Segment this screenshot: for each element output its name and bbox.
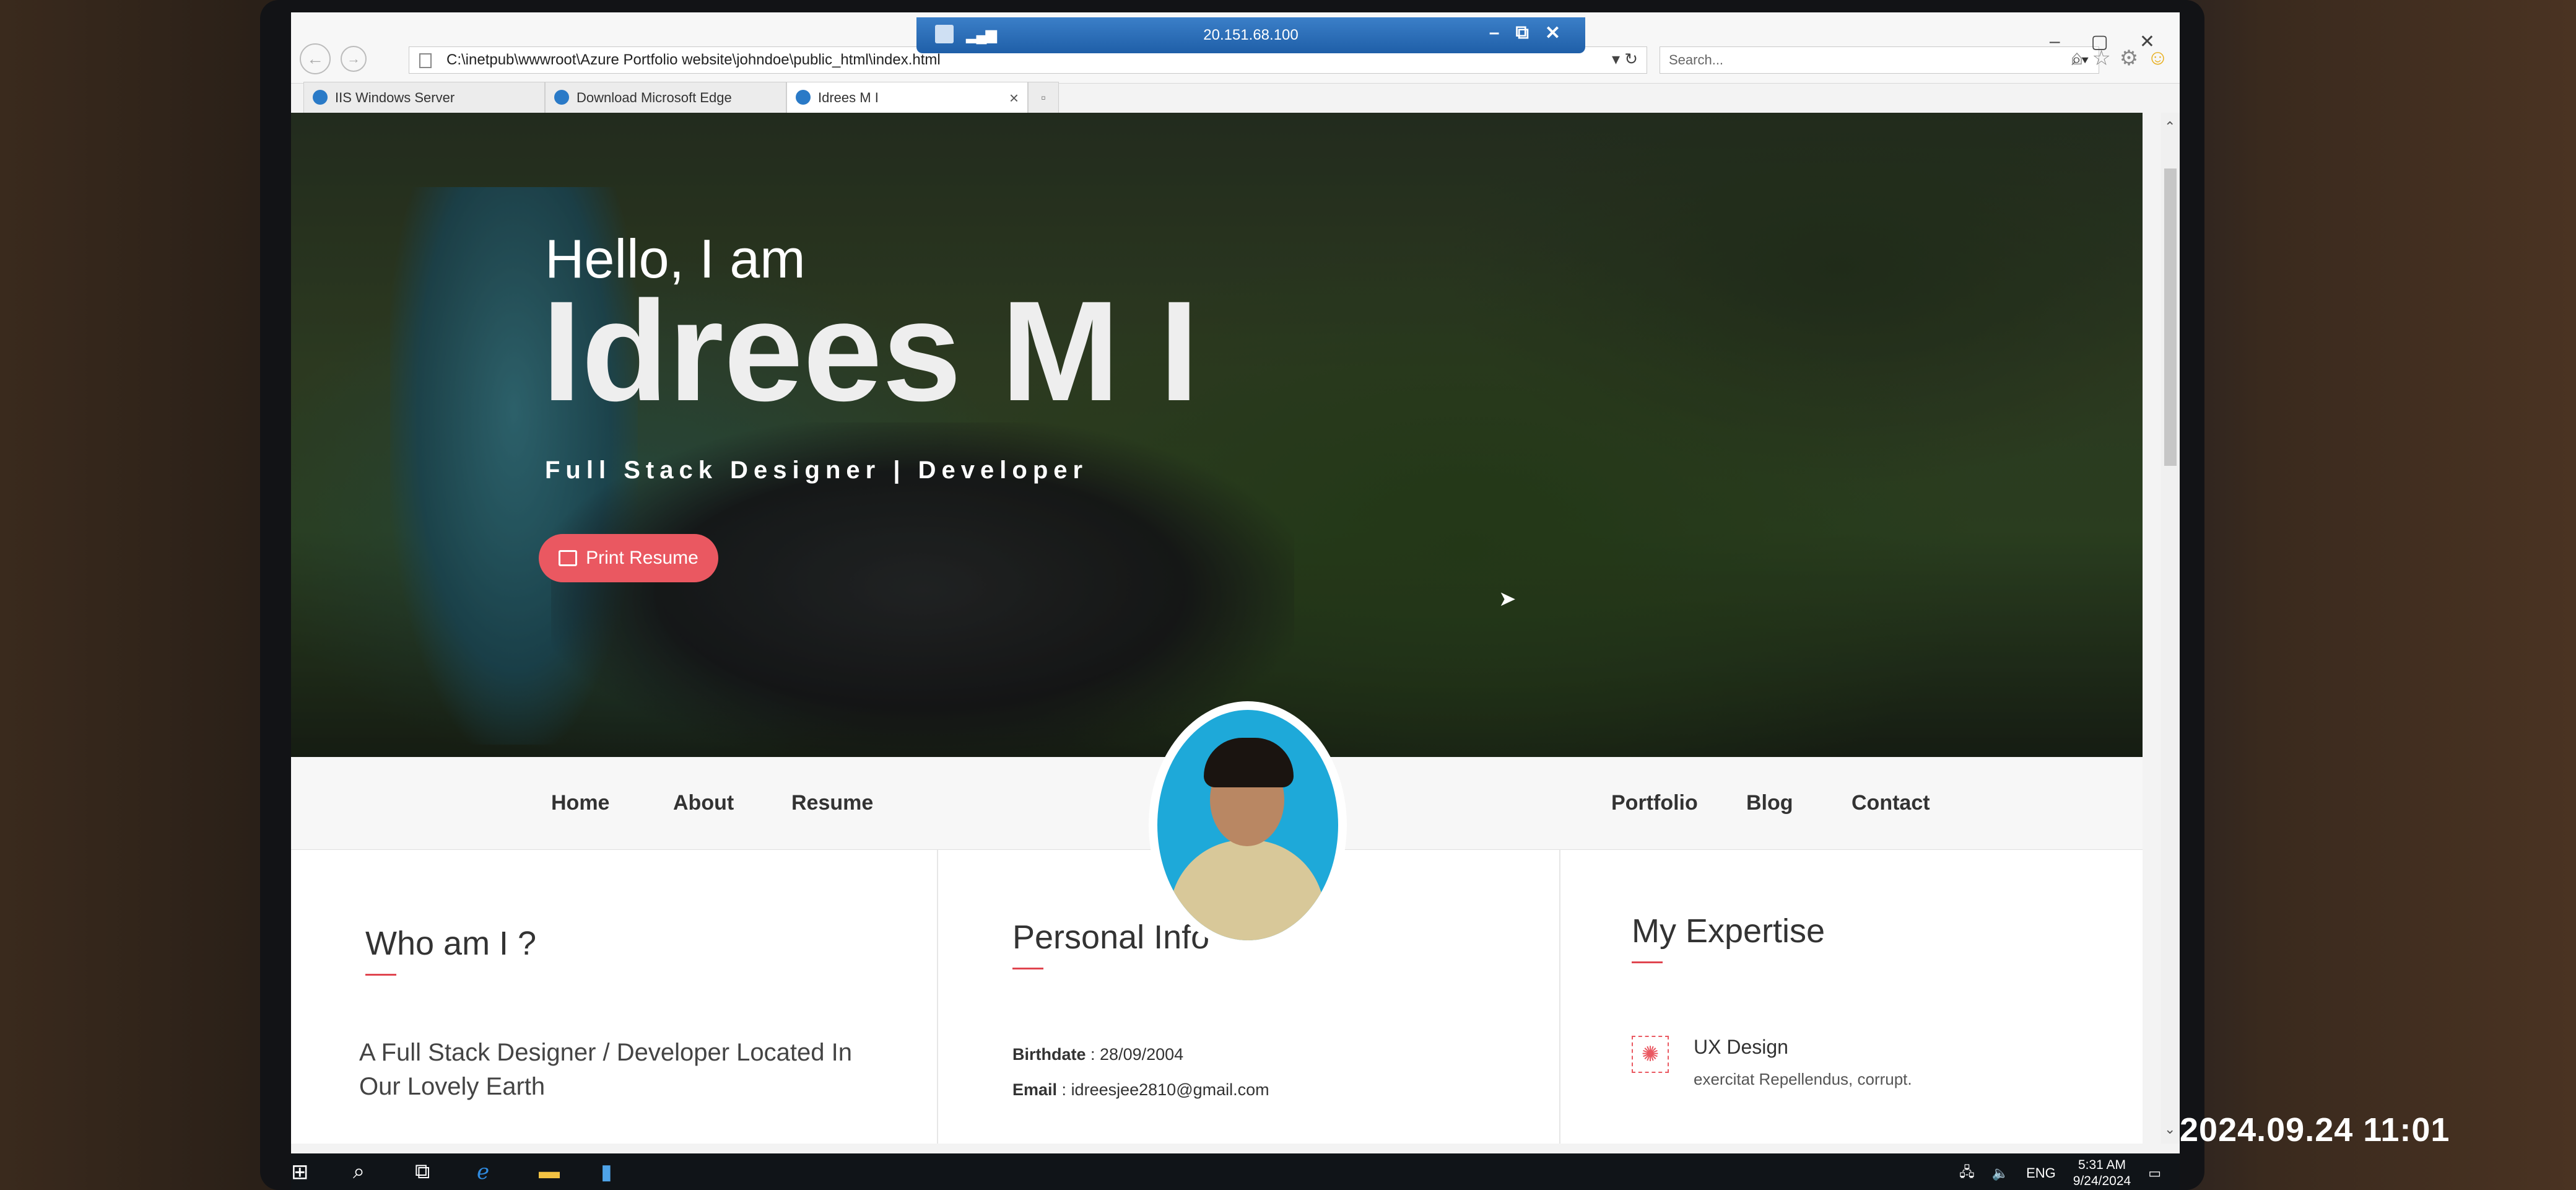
rdp-restore-icon[interactable]: ⧉ bbox=[1515, 22, 1528, 44]
task-view-icon[interactable]: ⧉ bbox=[415, 1160, 430, 1184]
network-icon[interactable]: 🖧 bbox=[1959, 1162, 1975, 1185]
search-placeholder: Search... bbox=[1669, 52, 1724, 68]
clock-time: 5:31 AM bbox=[2078, 1158, 2126, 1172]
toolbar-icons: ⌂ ☆ ⚙ ☺ bbox=[2071, 46, 2169, 71]
new-tab-button[interactable]: ▫ bbox=[1028, 82, 1059, 113]
printer-icon bbox=[559, 550, 578, 566]
birthdate-label: Birthdate bbox=[1012, 1045, 1086, 1064]
ie-taskbar-icon[interactable]: ℯ bbox=[477, 1160, 489, 1184]
print-resume-button[interactable]: Print Resume bbox=[539, 534, 718, 582]
system-tray: 🖧 🔈 ENG 5:31 AM 9/24/2024 ▭ bbox=[1959, 1157, 2161, 1189]
ux-design-icon: ✺ bbox=[1632, 1036, 1669, 1073]
expertise-column: My Expertise ✺ UX Design exercitat Repel… bbox=[1560, 850, 2143, 1144]
who-column: Who am I ? A Full Stack Designer / Devel… bbox=[291, 850, 938, 1144]
expertise-title: My Expertise bbox=[1632, 912, 1825, 950]
email-value[interactable]: idreesjee2810@gmail.com bbox=[1071, 1080, 1269, 1099]
server-manager-icon[interactable]: ▮ bbox=[601, 1160, 612, 1184]
forward-button[interactable]: → bbox=[341, 46, 367, 72]
hero-name: Idrees M I bbox=[542, 271, 1199, 431]
start-icon[interactable]: ⊞ bbox=[291, 1160, 309, 1184]
tab-iis[interactable]: IIS Windows Server bbox=[303, 82, 545, 113]
expertise-item-title: UX Design bbox=[1694, 1036, 1788, 1058]
nav-portfolio[interactable]: Portfolio bbox=[1611, 791, 1698, 815]
favorites-star-icon[interactable]: ☆ bbox=[2092, 46, 2110, 71]
mouse-pointer-icon: ➤ bbox=[1499, 587, 1516, 611]
signal-icon: ▂▄▆ bbox=[966, 27, 997, 43]
tab-label: IIS Windows Server bbox=[335, 89, 455, 105]
tab-idrees[interactable]: Idrees M I × bbox=[786, 82, 1028, 113]
refresh-icon[interactable]: ▾ ↻ bbox=[1612, 50, 1638, 69]
minimize-icon[interactable]: – bbox=[2050, 31, 2060, 53]
tab-close-icon[interactable]: × bbox=[1009, 89, 1019, 108]
nav-contact[interactable]: Contact bbox=[1852, 791, 1930, 815]
search-icon[interactable]: ⌕ bbox=[353, 1160, 365, 1184]
email-label: Email bbox=[1012, 1080, 1058, 1099]
language-indicator[interactable]: ENG bbox=[2026, 1165, 2056, 1181]
gear-icon[interactable]: ⚙ bbox=[2120, 46, 2138, 71]
volume-icon[interactable]: 🔈 bbox=[1992, 1165, 2009, 1181]
title-underline bbox=[1632, 961, 1663, 963]
who-title: Who am I ? bbox=[365, 925, 537, 962]
ie-icon bbox=[796, 90, 811, 105]
search-input[interactable]: Search... ⌕▾ bbox=[1660, 46, 2099, 74]
hero-role: Full Stack Designer | Developer bbox=[545, 457, 1089, 484]
birthdate-value: 28/09/2004 bbox=[1100, 1045, 1184, 1064]
title-underline bbox=[365, 974, 396, 976]
page-icon bbox=[419, 53, 432, 68]
email-row: Email : idreesjee2810@gmail.com bbox=[1012, 1080, 1269, 1099]
hero-overlay bbox=[291, 113, 2143, 757]
tab-edge[interactable]: Download Microsoft Edge bbox=[545, 82, 786, 113]
clock-date: 9/24/2024 bbox=[2073, 1174, 2131, 1188]
address-text: C:\inetpub\wwwroot\Azure Portfolio websi… bbox=[446, 51, 941, 68]
avatar-photo bbox=[1157, 710, 1338, 940]
nav-home[interactable]: Home bbox=[551, 791, 609, 815]
avatar-hair bbox=[1204, 738, 1294, 787]
file-explorer-icon[interactable]: ▬ bbox=[539, 1160, 560, 1184]
back-button[interactable]: ← bbox=[300, 43, 331, 74]
tab-strip: IIS Windows Server Download Microsoft Ed… bbox=[303, 82, 1059, 113]
scroll-thumb[interactable] bbox=[2164, 168, 2177, 466]
birthdate-row: Birthdate : 28/09/2004 bbox=[1012, 1045, 1184, 1064]
rdp-controls: – ⧉ ✕ bbox=[1489, 22, 1560, 44]
nav-resume[interactable]: Resume bbox=[791, 791, 873, 815]
who-text: A Full Stack Designer / Developer Locate… bbox=[359, 1039, 852, 1100]
title-underline bbox=[1012, 968, 1043, 969]
nav-blog[interactable]: Blog bbox=[1746, 791, 1793, 815]
tab-label: Idrees M I bbox=[818, 89, 879, 105]
page-viewport: Hello, I am Idrees M I Full Stack Design… bbox=[291, 113, 2143, 1144]
hero-section: Hello, I am Idrees M I Full Stack Design… bbox=[291, 113, 2143, 757]
avatar bbox=[1149, 701, 1347, 949]
rdp-close-icon[interactable]: ✕ bbox=[1545, 22, 1560, 44]
edge-icon bbox=[554, 90, 569, 105]
rdp-minimize-icon[interactable]: – bbox=[1489, 22, 1500, 44]
iis-icon bbox=[313, 90, 328, 105]
avatar-body bbox=[1170, 840, 1325, 940]
feedback-smiley-icon[interactable]: ☺ bbox=[2147, 46, 2169, 71]
expertise-item-desc: exercitat Repellendus, corrupt. bbox=[1694, 1070, 1912, 1088]
rdp-host: 20.151.68.100 bbox=[1203, 27, 1299, 43]
rdp-connection-bar: ▂▄▆ 20.151.68.100 – ⧉ ✕ bbox=[916, 17, 1585, 53]
notification-icon[interactable]: ▭ bbox=[2148, 1165, 2161, 1181]
scroll-down-icon[interactable]: ⌄ bbox=[2164, 1121, 2175, 1137]
home-icon[interactable]: ⌂ bbox=[2071, 46, 2084, 71]
page-scrollbar[interactable]: ⌃ ⌄ bbox=[2161, 113, 2180, 1144]
windows-taskbar: ⊞ ⌕ ⧉ ℯ ▬ ▮ 🖧 🔈 ENG 5:31 AM 9/24/2024 ▭ bbox=[291, 1153, 2180, 1190]
taskbar-clock[interactable]: 5:31 AM 9/24/2024 bbox=[2073, 1157, 2131, 1189]
screen: ← → C:\inetpub\wwwroot\Azure Portfolio w… bbox=[291, 12, 2180, 1190]
nav-about[interactable]: About bbox=[673, 791, 734, 815]
scroll-up-icon[interactable]: ⌃ bbox=[2164, 119, 2175, 135]
pin-icon[interactable] bbox=[935, 25, 954, 43]
camera-timestamp: 2024.09.24 11:01 bbox=[2180, 1111, 2450, 1148]
tab-label: Download Microsoft Edge bbox=[577, 89, 732, 105]
print-resume-label: Print Resume bbox=[586, 548, 698, 568]
